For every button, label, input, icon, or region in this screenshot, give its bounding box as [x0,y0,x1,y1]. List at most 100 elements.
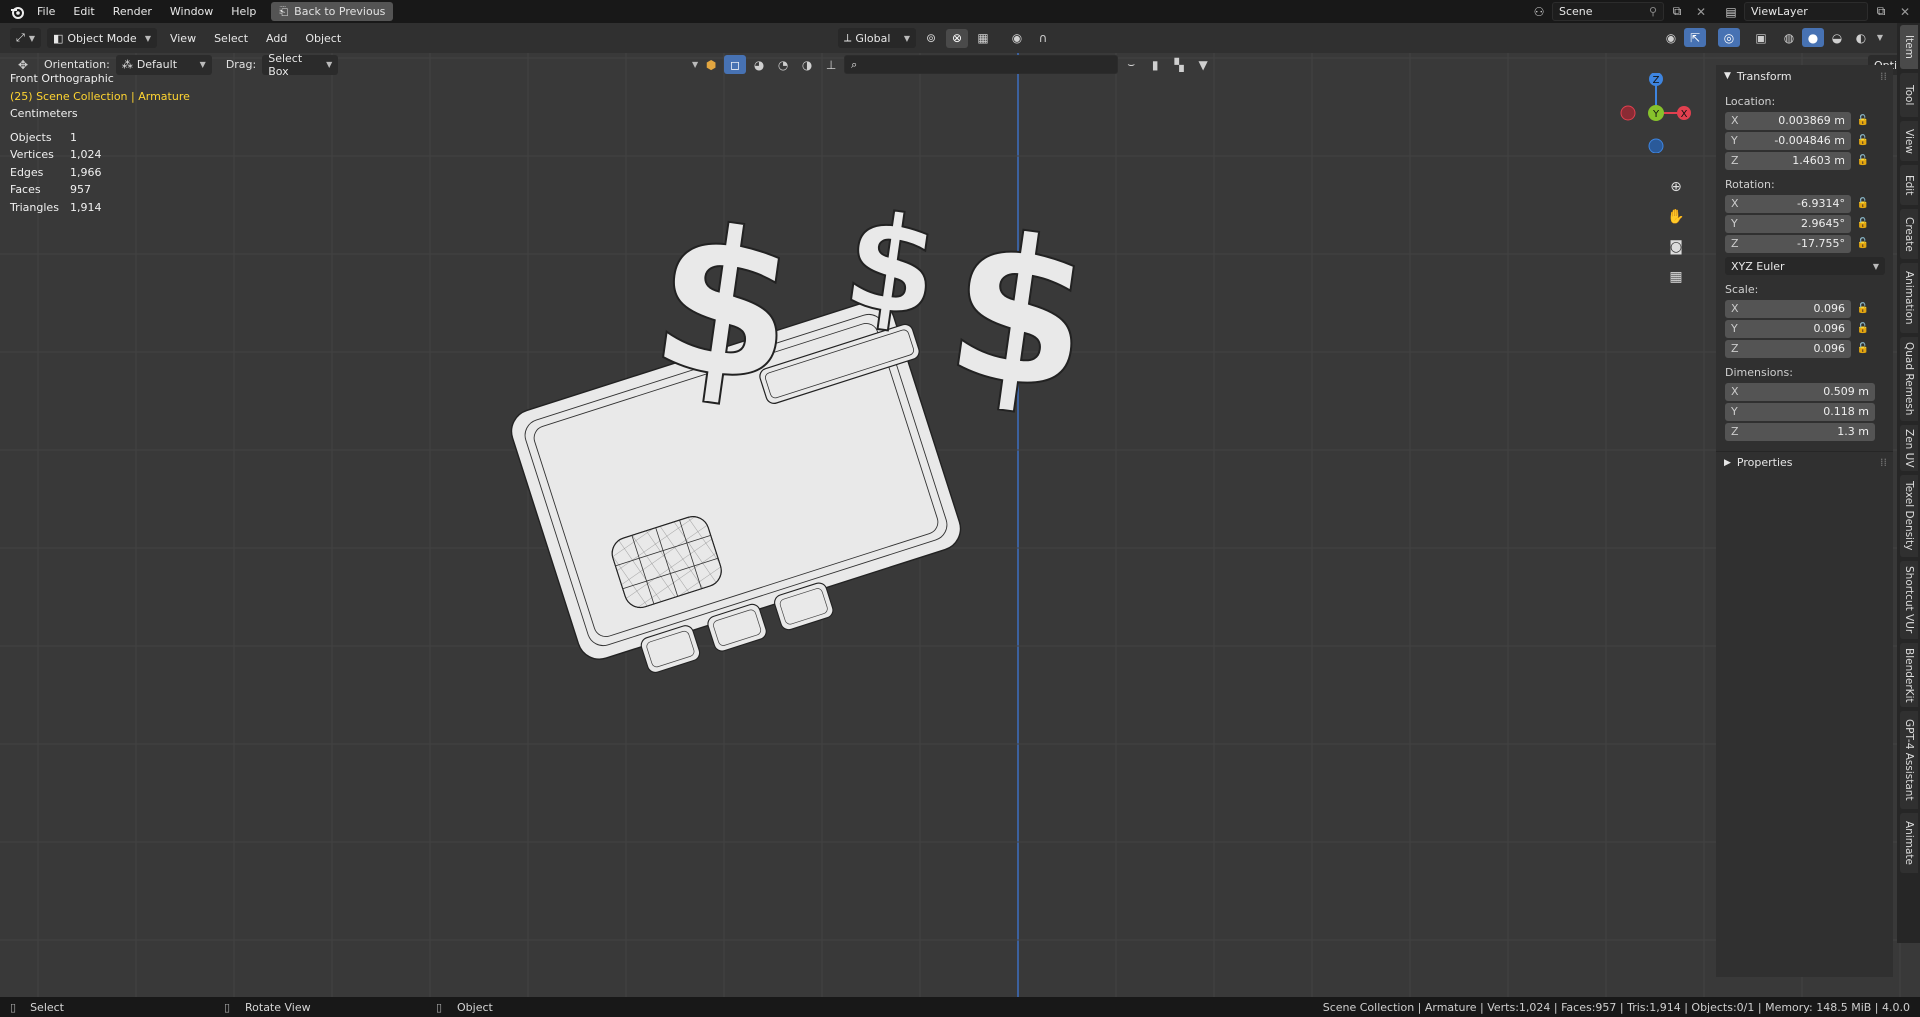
status-rotate-view: Rotate View [245,1000,311,1014]
overlay-toggle-icon[interactable]: ◎ [1718,28,1740,47]
sidebar-tab-shortcut-vur[interactable]: Shortcut VUr [1900,561,1918,639]
lock-icon[interactable]: 🔓 [1851,323,1875,334]
credit-card-model[interactable]: $ $ $ [0,53,1920,997]
rotation-mode-selector[interactable]: XYZ Euler ▼ [1725,257,1885,275]
sidebar-tab-label: Create [1903,216,1915,252]
sidebar-tab-tool[interactable]: Tool [1900,73,1918,117]
pivot-icon[interactable]: ⊚ [920,29,942,48]
rotation-y-field[interactable]: Y 2.9645° [1725,214,1851,233]
transform-title: Transform [1736,69,1792,83]
delete-view-layer-icon[interactable]: ✕ [1894,2,1916,21]
dimensions-z-field[interactable]: Z 1.3 m [1725,422,1875,441]
lock-icon[interactable]: 🔓 [1851,343,1875,354]
ortho-grid-icon[interactable]: ▦ [1662,263,1690,291]
rotation-x-row: X -6.9314° 🔓 [1716,194,1893,213]
sidebar-tab-blenderkit[interactable]: BlenderKit [1900,643,1918,707]
gizmo-toggle-icon[interactable]: ⇱ [1684,28,1706,47]
scale-y-field[interactable]: Y 0.096 [1725,319,1851,338]
scene-selector[interactable]: Scene ⚲ [1552,2,1664,21]
menu-help[interactable]: Help [222,0,265,23]
shading-options-icon[interactable]: ▼ [1874,28,1886,47]
new-view-layer-icon[interactable]: ⧉ [1870,2,1892,21]
sidebar-tab-label: GPT-4 Assistant [1903,719,1915,801]
gizmo-neg-z[interactable] [1648,138,1664,153]
gizmo-y-label: Y [1652,109,1660,120]
menu-file[interactable]: File [28,0,64,23]
pin-icon[interactable]: ⚲ [1649,5,1657,18]
scale-x-field[interactable]: X 0.096 [1725,299,1851,318]
lock-icon[interactable]: 🔓 [1851,135,1875,146]
dimensions-y-field[interactable]: Y 0.118 m [1725,402,1875,421]
menu-window[interactable]: Window [161,0,222,23]
material-shading-icon[interactable]: ◒ [1826,28,1848,47]
sidebar-tab-edit[interactable]: Edit [1900,165,1918,205]
properties-section-header[interactable]: ▶ Properties ⁞⁞ [1716,451,1893,473]
location-z-row: Z 1.4603 m 🔓 [1716,151,1893,170]
snap-icon[interactable]: ⊗ [946,28,968,48]
transform-section-header[interactable]: ▼ Transform ⁞⁞ [1716,65,1893,87]
mode-selector[interactable]: ◧ Object Mode ▼ [46,28,157,48]
lock-icon[interactable]: 🔓 [1851,238,1875,249]
location-x-field[interactable]: X 0.003869 m [1725,111,1851,130]
sidebar-tab-label: Tool [1903,84,1915,106]
scene-icon[interactable]: ⚇ [1528,2,1550,21]
view-layer-icon[interactable]: ▤ [1720,2,1742,21]
rotation-z-field[interactable]: Z -17.755° [1725,234,1851,253]
camera-icon[interactable]: ◙ [1662,233,1690,261]
lock-icon[interactable]: 🔓 [1851,155,1875,166]
delete-scene-icon[interactable]: ✕ [1690,2,1712,21]
menu-edit[interactable]: Edit [64,0,103,23]
falloff-icon[interactable]: ∩ [1032,29,1054,48]
dimensions-x-field[interactable]: X 0.509 m [1725,382,1875,401]
scale-z-field[interactable]: Z 0.096 [1725,339,1851,358]
svg-text:$: $ [835,183,947,348]
transform-orientation-selector[interactable]: ⟂ Global ▼ [838,28,916,48]
location-label: Location: [1725,95,1776,108]
drag-handle-icon[interactable]: ⁞⁞ [1880,456,1887,469]
sidebar-tab-gpt-4-assistant[interactable]: GPT-4 Assistant [1900,711,1918,809]
sidebar-tab-animate[interactable]: Animate [1900,813,1918,873]
view-layer-name: ViewLayer [1751,5,1808,18]
visibility-icon[interactable]: ◉ [1660,28,1682,47]
sidebar-tab-zen-uv[interactable]: Zen UV [1900,425,1918,471]
sidebar-tab-item[interactable]: Item [1900,25,1918,69]
menu-object[interactable]: Object [296,27,350,50]
proportional-edit-icon[interactable]: ◉ [1006,29,1028,48]
navigation-gizmo[interactable]: Z X Y [1616,73,1696,153]
rotation-label: Rotation: [1725,178,1775,191]
new-scene-icon[interactable]: ⧉ [1666,2,1688,21]
pan-hand-icon[interactable]: ✋ [1662,203,1690,231]
back-to-previous-button[interactable]: ⎗ Back to Previous [271,2,394,21]
view-layer-selector[interactable]: ViewLayer [1744,2,1868,21]
orientation-icon: ⟂ [844,31,852,44]
sidebar-tab-texel-density[interactable]: Texel Density [1900,475,1918,557]
lock-icon[interactable]: 🔓 [1851,218,1875,229]
solid-shading-icon[interactable]: ● [1802,28,1824,47]
sidebar-tab-create[interactable]: Create [1900,209,1918,259]
blender-logo-icon[interactable] [6,2,28,21]
editor-type-selector[interactable]: ⤢ ▼ [10,28,41,48]
rotation-x-field[interactable]: X -6.9314° [1725,194,1851,213]
zoom-icon[interactable]: ⊕ [1662,173,1690,201]
location-z-field[interactable]: Z 1.4603 m [1725,151,1851,170]
menu-render[interactable]: Render [104,0,161,23]
sidebar-tab-quad-remesh[interactable]: Quad Remesh [1900,337,1918,421]
sidebar-panel: ▼ Transform ⁞⁞ Location: X 0.003869 m 🔓 Y-… [1716,65,1893,977]
xray-icon[interactable]: ▣ [1750,28,1772,47]
lock-icon[interactable]: 🔓 [1851,115,1875,126]
sidebar-tab-view[interactable]: View [1900,121,1918,161]
menu-add[interactable]: Add [257,27,296,50]
snap-target-icon[interactable]: ▦ [972,29,994,48]
drag-handle-icon[interactable]: ⁞⁞ [1880,70,1887,83]
lock-icon[interactable]: 🔓 [1851,198,1875,209]
wireframe-shading-icon[interactable]: ◍ [1778,28,1800,47]
gizmo-neg-x[interactable] [1620,105,1636,121]
menu-select[interactable]: Select [205,27,257,50]
rendered-shading-icon[interactable]: ◐ [1850,28,1872,47]
sidebar-tab-animation[interactable]: Animation [1900,263,1918,333]
location-y-field[interactable]: Y -0.004846 m [1725,131,1851,150]
lock-icon[interactable]: 🔓 [1851,303,1875,314]
3d-viewport[interactable]: ✥ Orientation: ⁂ Default ▼ Drag: Select Bo… [0,53,1920,997]
menu-view[interactable]: View [161,27,205,50]
gizmo-x-label: X [1681,109,1688,120]
